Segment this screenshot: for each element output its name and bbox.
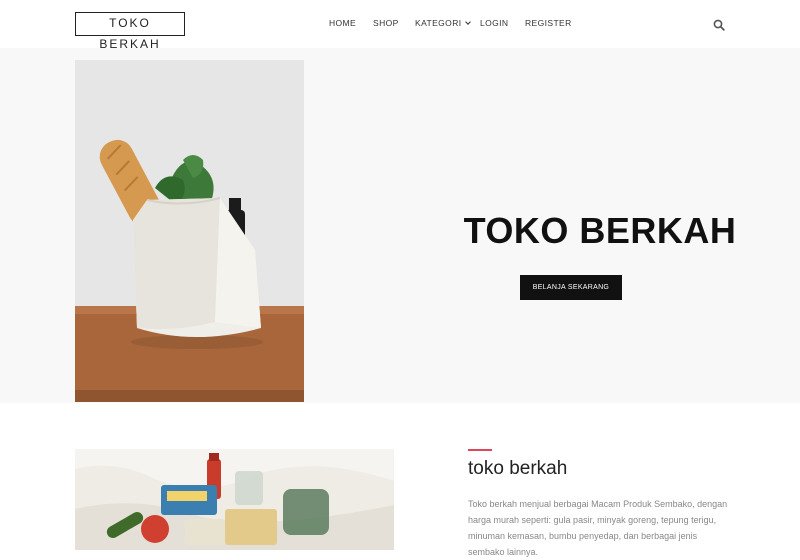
section-accent-line	[468, 449, 492, 451]
search-icon[interactable]	[713, 18, 725, 31]
groceries-image	[75, 449, 394, 550]
nav-shop[interactable]: SHOP	[373, 18, 399, 28]
main-nav: HOME SHOP KATEGORI LOGIN REGISTER	[0, 0, 800, 48]
nav-kategori[interactable]: KATEGORI	[415, 18, 471, 28]
nav-home[interactable]: HOME	[329, 18, 356, 28]
hero-title: TOKO BERKAH	[463, 210, 737, 251]
hero-image	[75, 60, 304, 402]
shop-now-button[interactable]: BELANJA SEKARANG	[520, 275, 622, 300]
nav-login[interactable]: LOGIN	[480, 18, 508, 28]
nav-register[interactable]: REGISTER	[525, 18, 572, 28]
site-header: TOKO BERKAH HOME SHOP KATEGORI LOGIN REG…	[0, 0, 800, 51]
chevron-down-icon	[464, 19, 471, 25]
about-title: toko berkah	[468, 458, 568, 479]
hero-section: TOKO BERKAH BELANJA SEKARANG	[0, 48, 800, 403]
nav-kategori-label: KATEGORI	[415, 18, 462, 28]
about-description: Toko berkah menjual berbagai Macam Produ…	[468, 499, 728, 557]
